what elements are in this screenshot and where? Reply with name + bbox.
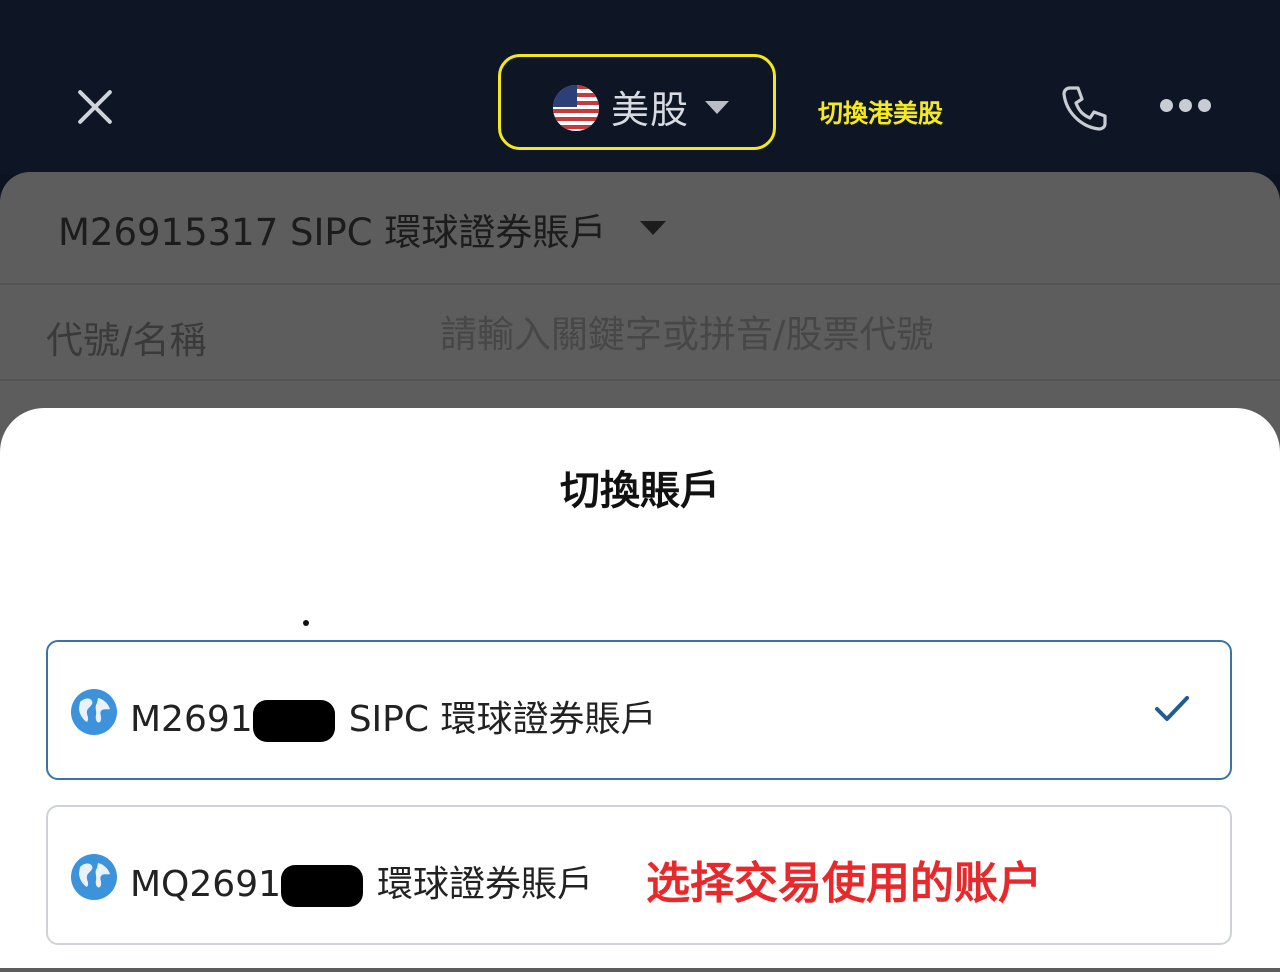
globe-icon: [70, 688, 118, 736]
switch-account-sheet: 切換賬戶 M2691 SIPC 環球證券賬戶 MQ2691 環球證券賬戶 选择交…: [0, 408, 1280, 968]
annotation-choose-account: 选择交易使用的账户: [646, 858, 1042, 909]
stray-dot: [303, 620, 309, 626]
annotation-switch-market: 切換港美股: [818, 99, 944, 128]
redacted-block: [281, 865, 364, 907]
us-flag-icon: [553, 85, 599, 131]
stock-search-input[interactable]: [440, 306, 1200, 362]
divider: [0, 283, 1280, 285]
phone-icon[interactable]: [1056, 80, 1112, 136]
market-label: 美股: [611, 88, 690, 132]
sheet-title: 切換賬戶: [560, 468, 720, 514]
top-header: 美股 切換港美股: [0, 0, 1280, 175]
market-switch[interactable]: 美股: [498, 54, 776, 150]
code-name-label: 代號/名稱: [46, 319, 207, 362]
checkmark-icon: [1154, 694, 1190, 724]
account-selector[interactable]: M26915317 SIPC 環球證券賬戶: [58, 202, 606, 256]
account-option-label: MQ2691 環球證券賬戶: [130, 864, 594, 907]
redacted-block: [252, 700, 335, 742]
globe-icon: [70, 853, 118, 901]
account-option-selected[interactable]: M2691 SIPC 環球證券賬戶: [46, 640, 1232, 780]
account-option-label: M2691 SIPC 環球證券賬戶: [130, 699, 657, 742]
chevron-down-icon: [640, 221, 666, 235]
close-icon[interactable]: [72, 84, 118, 130]
more-icon[interactable]: [1160, 99, 1212, 115]
divider: [0, 379, 1280, 381]
chevron-down-icon: [705, 101, 729, 114]
account-option[interactable]: MQ2691 環球證券賬戶 选择交易使用的账户: [46, 805, 1232, 945]
